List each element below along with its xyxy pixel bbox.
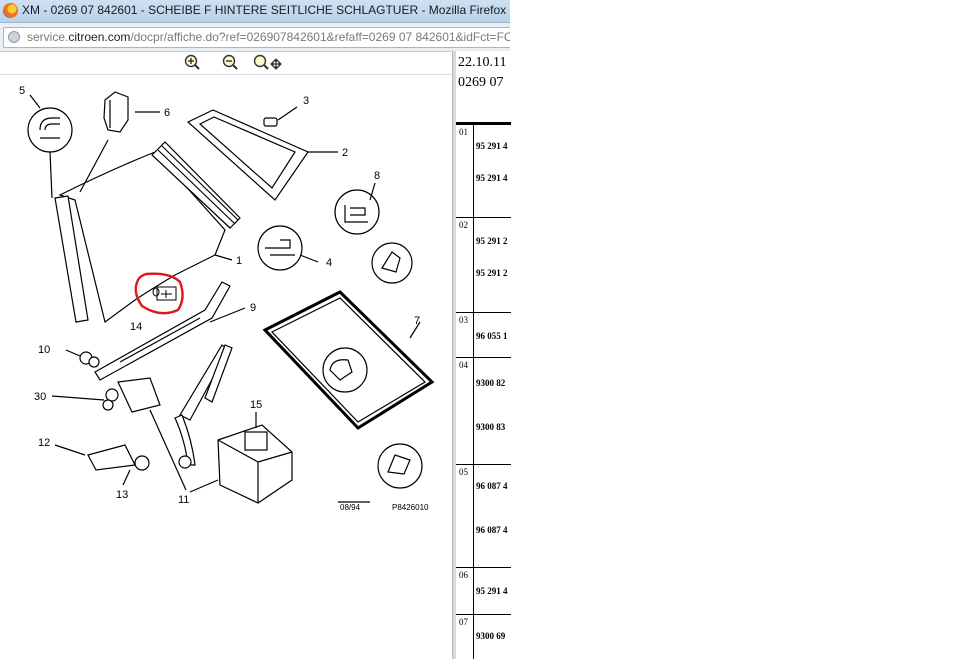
part-ref[interactable]: 95 291 2 — [476, 268, 508, 278]
part-ref[interactable]: 95 291 4 — [476, 586, 508, 596]
navigation-bar: service.citroen.com/docpr/affiche.do?ref… — [0, 23, 510, 52]
callout-10: 10 — [38, 344, 50, 356]
part-ref[interactable]: 95 291 2 — [476, 236, 508, 246]
callout-6: 6 — [164, 107, 170, 119]
url-text[interactable]: service.citroen.com/docpr/affiche.do?ref… — [27, 30, 510, 44]
callout-3: 3 — [303, 95, 309, 107]
table-row[interactable]: 01 95 291 4 95 291 4 — [456, 124, 511, 217]
callout-2: 2 — [342, 147, 348, 159]
window-title: XM - 0269 07 842601 - SCHEIBE F HINTERE … — [22, 3, 507, 17]
row-number: 05 — [459, 467, 468, 477]
firefox-icon — [3, 3, 18, 18]
globe-icon — [8, 31, 20, 43]
table-row[interactable]: 03 96 055 1 — [456, 312, 511, 357]
plate-code: P8426010 — [392, 503, 429, 512]
list-reference: 0269 07 — [458, 75, 504, 90]
address-bar[interactable]: service.citroen.com/docpr/affiche.do?ref… — [3, 27, 510, 48]
row-number: 06 — [459, 570, 468, 580]
part-ref[interactable]: 95 291 4 — [476, 173, 508, 183]
zoom-in-button[interactable] — [183, 54, 201, 72]
date-stamp: 08/94 — [340, 503, 361, 512]
callout-7: 7 — [414, 315, 420, 327]
callout-14: 14 — [130, 321, 142, 333]
table-row[interactable]: 05 96 087 4 96 087 4 — [456, 464, 511, 573]
parts-list-frame: 22.10.11 0269 07 01 95 291 4 95 291 4 02… — [456, 51, 511, 659]
part-ref[interactable]: 96 087 4 — [476, 525, 508, 535]
zoom-out-icon — [222, 54, 238, 70]
part-ref[interactable]: 9300 83 — [476, 422, 505, 432]
zoom-move-icon — [253, 54, 282, 70]
row-number: 04 — [459, 360, 468, 370]
callout-1: 1 — [236, 255, 242, 267]
title-bar: XM - 0269 07 842601 - SCHEIBE F HINTERE … — [0, 0, 510, 23]
part-ref[interactable]: 9300 82 — [476, 378, 505, 388]
list-date: 22.10.11 — [458, 55, 507, 70]
diagram-toolbar — [0, 52, 510, 75]
table-row[interactable]: 02 95 291 2 95 291 2 — [456, 217, 511, 312]
callout-11: 11 — [178, 494, 189, 506]
callout-13: 13 — [116, 489, 128, 501]
row-number: 01 — [459, 127, 468, 137]
empty-desktop-area — [512, 0, 972, 659]
callout-12: 12 — [38, 437, 50, 449]
part-ref[interactable]: 95 291 4 — [476, 141, 508, 151]
exploded-view-drawing: 5 6 3 2 8 1 4 9 7 14 10 30 15 12 13 11 0… — [19, 85, 435, 512]
part-ref[interactable]: 9300 69 — [476, 631, 505, 641]
callout-4: 4 — [326, 257, 332, 269]
row-number: 03 — [459, 315, 468, 325]
zoom-fit-button[interactable] — [252, 54, 282, 72]
callout-15: 15 — [250, 399, 262, 411]
table-row[interactable]: 04 9300 82 9300 83 — [456, 357, 511, 464]
callout-9: 9 — [250, 302, 256, 314]
row-number: 02 — [459, 220, 468, 230]
part-ref[interactable]: 96 055 1 — [476, 331, 508, 341]
table-row[interactable]: 06 95 291 4 — [456, 567, 511, 615]
callout-8: 8 — [374, 170, 380, 182]
parts-diagram[interactable]: 5 6 3 2 8 1 4 9 7 14 10 30 15 12 13 11 0… — [0, 75, 450, 659]
browser-window: XM - 0269 07 842601 - SCHEIBE F HINTERE … — [0, 0, 510, 659]
part-ref[interactable]: 96 087 4 — [476, 481, 508, 491]
table-row[interactable]: 07 9300 69 — [456, 614, 511, 659]
row-number: 07 — [459, 617, 468, 627]
zoom-in-icon — [184, 54, 200, 70]
callout-5: 5 — [19, 85, 25, 97]
zoom-out-button[interactable] — [221, 54, 239, 72]
callout-30: 30 — [34, 391, 46, 403]
